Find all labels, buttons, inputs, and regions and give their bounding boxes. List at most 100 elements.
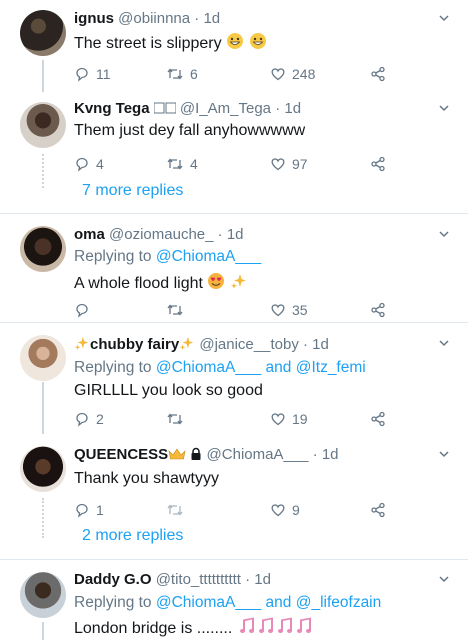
chevron-down-icon[interactable] — [438, 337, 450, 349]
retweet-icon — [167, 413, 183, 425]
avatar[interactable] — [20, 102, 66, 148]
avatar[interactable] — [20, 335, 66, 381]
retweet-button[interactable]: 4 — [166, 154, 198, 174]
like-count: 97 — [292, 156, 308, 172]
share-button[interactable] — [370, 300, 386, 320]
replying-to: Replying to @ChiomaA___ and @Itz_femi — [74, 359, 366, 377]
like-button[interactable]: 97 — [270, 154, 308, 174]
username[interactable]: @I_Am_Tega — [180, 100, 271, 117]
tweet[interactable]: Kvng Tega @I_Am_Tega · 1d Them just dey … — [0, 92, 468, 212]
like-count: 19 — [292, 411, 308, 427]
display-name[interactable]: Daddy G.O — [74, 571, 152, 588]
share-button[interactable] — [370, 64, 386, 84]
chevron-down-icon[interactable] — [438, 102, 450, 114]
mention-link[interactable]: @ChiomaA___ — [156, 248, 261, 265]
tweet[interactable]: oma @oziomauche_ · 1d Replying to @Chiom… — [0, 214, 468, 320]
reply-button[interactable]: 4 — [74, 154, 104, 174]
like-button[interactable]: 248 — [270, 64, 315, 84]
tweet-text: Thank you shawtyyy — [74, 470, 219, 487]
share-button[interactable] — [370, 500, 386, 520]
mention-link[interactable]: @Itz_femi — [296, 359, 366, 376]
avatar[interactable] — [20, 10, 66, 56]
retweet-icon — [167, 504, 183, 516]
username[interactable]: @tito_tttttttttt — [156, 571, 241, 588]
tweet-header: QUEENCESS @ChiomaA___ · 1d — [74, 446, 339, 463]
separator-dot: · — [303, 336, 308, 353]
heart-eyes-icon — [208, 273, 225, 289]
timestamp[interactable]: 1d — [227, 226, 244, 243]
username[interactable]: @obiinnna — [118, 10, 190, 27]
show-more-replies-link[interactable]: 7 more replies — [82, 182, 183, 200]
like-button[interactable]: 19 — [270, 409, 308, 429]
tweet-header: Daddy G.O @tito_tttttttttt · 1d — [74, 571, 271, 588]
retweet-icon — [167, 158, 183, 170]
tweet[interactable]: chubby fairy @janice__toby · 1d Replying… — [0, 323, 468, 434]
retweet-button[interactable] — [166, 300, 190, 320]
retweet-button[interactable]: 6 — [166, 64, 198, 84]
timestamp[interactable]: 1d — [284, 100, 301, 117]
and-label: and — [265, 359, 292, 376]
show-more-replies-link[interactable]: 2 more replies — [82, 527, 183, 545]
chevron-down-icon[interactable] — [438, 448, 450, 460]
separator-dot: · — [275, 100, 281, 117]
avatar[interactable] — [20, 572, 66, 618]
display-name[interactable]: QUEENCESS — [74, 446, 168, 463]
replying-to-label: Replying to — [74, 359, 152, 376]
reply-button[interactable] — [74, 300, 96, 320]
share-icon — [371, 156, 385, 172]
reply-count: 1 — [96, 502, 104, 518]
share-button[interactable] — [370, 154, 386, 174]
share-icon — [371, 302, 385, 318]
tweet[interactable]: ignus @obiinnna · 1d The street is slipp… — [0, 0, 468, 92]
like-button[interactable]: 9 — [270, 500, 300, 520]
replying-to: Replying to @ChiomaA___ and @_lifeofzain — [74, 594, 381, 612]
like-count: 248 — [292, 66, 316, 82]
tweet-text: A whole flood light — [74, 272, 248, 293]
reply-button[interactable]: 11 — [74, 64, 111, 84]
replies-feed: ignus @obiinnna · 1d The street is slipp… — [0, 0, 468, 640]
username[interactable]: @oziomauche_ — [109, 226, 213, 243]
chevron-down-icon[interactable] — [438, 12, 450, 24]
avatar[interactable] — [20, 446, 66, 492]
chevron-down-icon[interactable] — [438, 228, 450, 240]
tweet-text: London bridge is ........ — [74, 617, 311, 638]
tweet-actions: 11 6 248 — [74, 64, 404, 84]
heart-icon — [271, 413, 285, 426]
like-button[interactable]: 35 — [270, 300, 308, 320]
crown-icon — [168, 448, 186, 460]
retweet-count: 4 — [190, 156, 198, 172]
tweet-text: GIRLLLL you look so good — [74, 382, 263, 399]
tweet-header: Kvng Tega @I_Am_Tega · 1d — [74, 100, 301, 117]
reply-button[interactable]: 1 — [74, 500, 104, 520]
timestamp[interactable]: 1d — [312, 336, 329, 353]
tweet[interactable]: Daddy G.O @tito_tttttttttt · 1d Replying… — [0, 560, 468, 640]
display-name[interactable]: chubby fairy — [90, 336, 179, 353]
tweet[interactable]: QUEENCESS @ChiomaA___ · 1d Thank you sha… — [0, 434, 468, 558]
share-icon — [371, 66, 385, 82]
display-name[interactable]: Kvng Tega — [74, 100, 150, 117]
timestamp[interactable]: 1d — [322, 446, 339, 463]
timestamp[interactable]: 1d — [254, 571, 271, 588]
lock-icon — [191, 447, 201, 460]
display-name[interactable]: ignus — [74, 10, 114, 27]
username[interactable]: @ChiomaA___ — [207, 446, 309, 463]
share-icon — [371, 411, 385, 427]
timestamp[interactable]: 1d — [203, 10, 220, 27]
display-name[interactable]: oma — [74, 226, 105, 243]
reply-button[interactable]: 2 — [74, 409, 104, 429]
replying-to-label: Replying to — [74, 594, 152, 611]
retweet-button[interactable] — [166, 409, 190, 429]
avatar[interactable] — [20, 226, 66, 272]
mention-link[interactable]: @_lifeofzain — [296, 594, 382, 611]
tweet-header: ignus @obiinnna · 1d — [74, 10, 220, 27]
reply-icon — [76, 412, 88, 427]
sparkles-icon — [180, 336, 194, 350]
chevron-down-icon[interactable] — [438, 573, 450, 585]
share-button[interactable] — [370, 409, 386, 429]
like-count: 9 — [292, 502, 300, 518]
mention-link[interactable]: @ChiomaA___ — [156, 359, 261, 376]
username[interactable]: @janice__toby — [199, 336, 298, 353]
retweet-button[interactable] — [166, 500, 190, 520]
mention-link[interactable]: @ChiomaA___ — [156, 594, 261, 611]
grinning-face-icon — [249, 33, 266, 49]
